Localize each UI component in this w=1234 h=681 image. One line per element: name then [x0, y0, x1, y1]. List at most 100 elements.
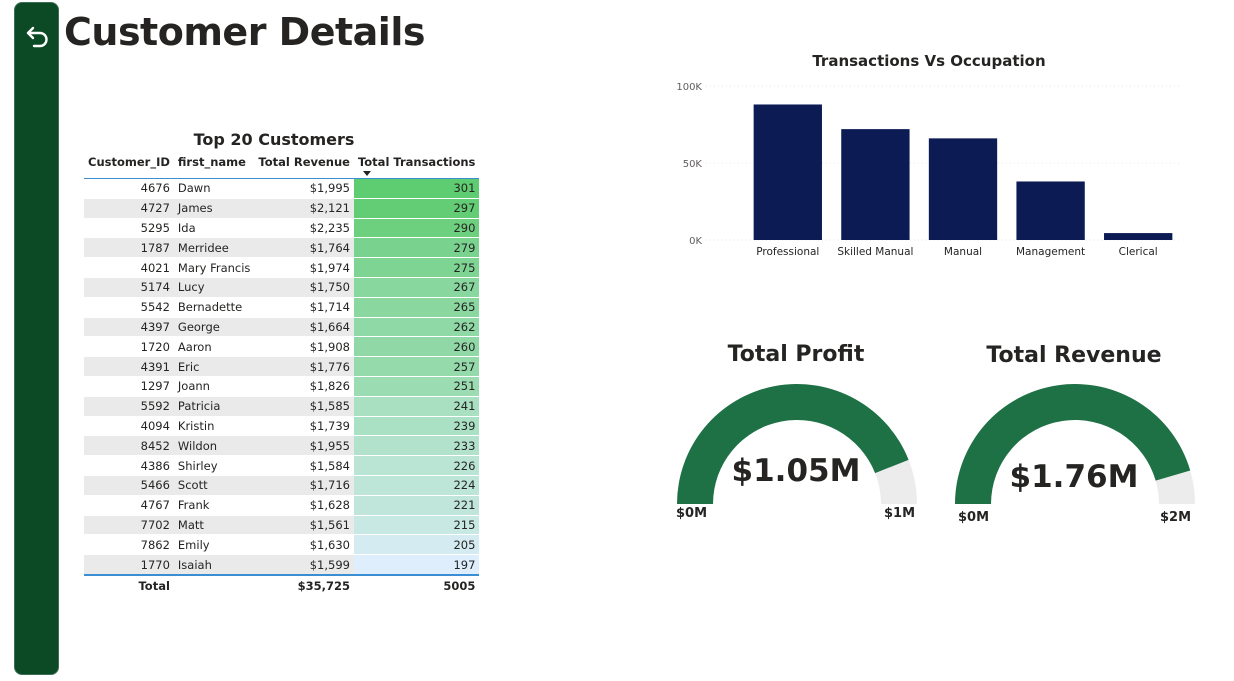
total-revenue-value: $35,725 [297, 578, 350, 593]
x-tick-label: Management [1016, 246, 1085, 258]
cell-total-revenue: $1,764 [254, 237, 354, 259]
cell-first-name: Scott [173, 475, 255, 496]
cell-total-revenue: $1,716 [254, 475, 354, 496]
cell-total-transactions: 205 [353, 534, 480, 556]
cell-first-name: Patricia [173, 396, 255, 417]
transactions-vs-occupation-chart: 0K 50K 100K Professional Skilled Manual Manua… [660, 76, 1198, 270]
table-row[interactable]: 7702 Matt $1,561 215 [84, 515, 480, 536]
table-total-row: Total $35,725 5005 [84, 575, 479, 596]
cell-first-name: Dawn [173, 178, 255, 199]
bar-chart-svg: 0K 50K 100K Professional Skilled Manual Manua… [676, 82, 1182, 258]
cell-first-name: Wildon [173, 435, 255, 457]
cell-first-name: Bernadette [173, 297, 255, 318]
cell-total-revenue: $1,664 [254, 317, 354, 338]
cell-total-revenue: $1,630 [254, 534, 354, 556]
cell-first-name: George [173, 317, 255, 338]
y-tick-label: 100K [676, 82, 702, 93]
table-row[interactable]: 1770 Isaiah $1,599 197 [84, 554, 480, 576]
column-header-total-transactions[interactable]: Total Transactions [354, 152, 479, 170]
cell-customer-id: 8452 [84, 435, 174, 457]
table-row[interactable]: 5466 Scott $1,716 224 [84, 475, 480, 496]
cell-first-name: Ida [173, 218, 255, 239]
y-tick-label: 0K [689, 236, 702, 247]
bar-skilled-manual[interactable] [841, 129, 910, 240]
cell-total-transactions: 265 [353, 297, 480, 318]
cell-total-revenue: $1,826 [254, 376, 354, 397]
cell-customer-id: 5592 [84, 396, 174, 417]
cell-total-revenue: $1,561 [254, 515, 354, 536]
table-row[interactable]: 7862 Emily $1,630 205 [84, 534, 480, 556]
cell-customer-id: 4094 [84, 416, 174, 437]
table-row[interactable]: 5592 Patricia $1,585 241 [84, 396, 480, 417]
cell-customer-id: 1770 [84, 554, 174, 576]
cell-first-name: Lucy [173, 277, 255, 298]
cell-first-name: Frank [173, 495, 255, 516]
back-button[interactable] [22, 18, 56, 52]
cell-customer-id: 1720 [84, 336, 174, 358]
table-row[interactable]: 4397 George $1,664 262 [84, 317, 480, 338]
cell-customer-id: 4727 [84, 198, 174, 219]
bar-professional[interactable] [753, 104, 822, 240]
cell-total-revenue: $2,121 [254, 198, 354, 219]
cell-first-name: Aaron [173, 336, 255, 358]
cell-customer-id: 5542 [84, 297, 174, 318]
cell-total-revenue: $1,584 [254, 455, 354, 476]
column-header-first-name[interactable]: first_name [174, 152, 255, 170]
table-row[interactable]: 5542 Bernadette $1,714 265 [84, 297, 480, 318]
x-tick-label: Professional [756, 246, 819, 258]
table-row[interactable]: 4676 Dawn $1,995 301 [84, 178, 480, 199]
x-tick-label: Manual [944, 246, 982, 258]
cell-total-transactions: 221 [353, 495, 480, 516]
cell-first-name: Eric [173, 356, 255, 377]
cell-total-transactions: 267 [353, 277, 480, 298]
cell-customer-id: 7862 [84, 534, 174, 556]
table-row[interactable]: 4094 Kristin $1,739 239 [84, 416, 480, 437]
table-row[interactable]: 4021 Mary Francis $1,974 275 [84, 257, 480, 278]
cell-total-transactions: 301 [353, 178, 480, 199]
table-row[interactable]: 1787 Merridee $1,764 279 [84, 237, 480, 259]
revenue-gauge-value: $1.76M [1009, 459, 1139, 495]
cell-total-revenue: $1,974 [254, 257, 354, 278]
table-row[interactable]: 4386 Shirley $1,584 226 [84, 455, 480, 476]
sort-descending-icon [362, 171, 371, 176]
cell-total-revenue: $1,628 [254, 495, 354, 516]
table-row[interactable]: 1720 Aaron $1,908 260 [84, 336, 480, 358]
table-row[interactable]: 4767 Frank $1,628 221 [84, 495, 480, 516]
cell-first-name: Merridee [173, 237, 255, 259]
revenue-gauge-title: Total Revenue [986, 343, 1162, 368]
profit-gauge-min: $0M [676, 506, 708, 521]
cell-total-revenue: $1,599 [254, 554, 354, 576]
bar-chart-title: Transactions Vs Occupation [812, 52, 1046, 70]
cell-total-transactions: 241 [353, 396, 480, 417]
cell-total-revenue: $1,739 [254, 416, 354, 437]
cell-first-name: Mary Francis [173, 257, 255, 278]
cell-total-transactions: 279 [353, 237, 480, 259]
bar-management[interactable] [1016, 181, 1085, 240]
bar-manual[interactable] [928, 138, 998, 240]
table-row[interactable]: 1297 Joann $1,826 251 [84, 376, 480, 397]
table-row[interactable]: 5174 Lucy $1,750 267 [84, 277, 480, 298]
total-label: Total [138, 578, 170, 593]
cell-total-transactions: 257 [353, 356, 480, 377]
column-header-customer-id[interactable]: Customer_ID [84, 152, 174, 170]
table-row[interactable]: 4391 Eric $1,776 257 [84, 356, 480, 377]
cell-first-name: Isaiah [173, 554, 255, 576]
column-header-total-revenue[interactable]: Total Revenue [254, 152, 354, 170]
page-title: Customer Details [64, 10, 425, 54]
y-tick-label: 50K [683, 159, 703, 170]
bar-clerical[interactable] [1104, 233, 1173, 240]
cell-customer-id: 4386 [84, 455, 174, 476]
cell-first-name: James [173, 198, 255, 219]
cell-customer-id: 4021 [84, 257, 174, 278]
cell-customer-id: 5174 [84, 277, 174, 298]
cell-total-revenue: $1,955 [254, 435, 354, 457]
cell-customer-id: 5295 [84, 218, 174, 239]
table-row[interactable]: 8452 Wildon $1,955 233 [84, 435, 480, 457]
table-row[interactable]: 4727 James $2,121 297 [84, 198, 480, 219]
table-title: Top 20 Customers [193, 130, 355, 149]
cell-customer-id: 5466 [84, 475, 174, 496]
cell-total-revenue: $2,235 [254, 218, 354, 239]
table-body: 4676 Dawn $1,995 301 4727 James $2,121 297 5295 I… [84, 178, 480, 576]
table-row[interactable]: 5295 Ida $2,235 290 [84, 218, 480, 239]
cell-total-revenue: $1,908 [254, 336, 354, 358]
